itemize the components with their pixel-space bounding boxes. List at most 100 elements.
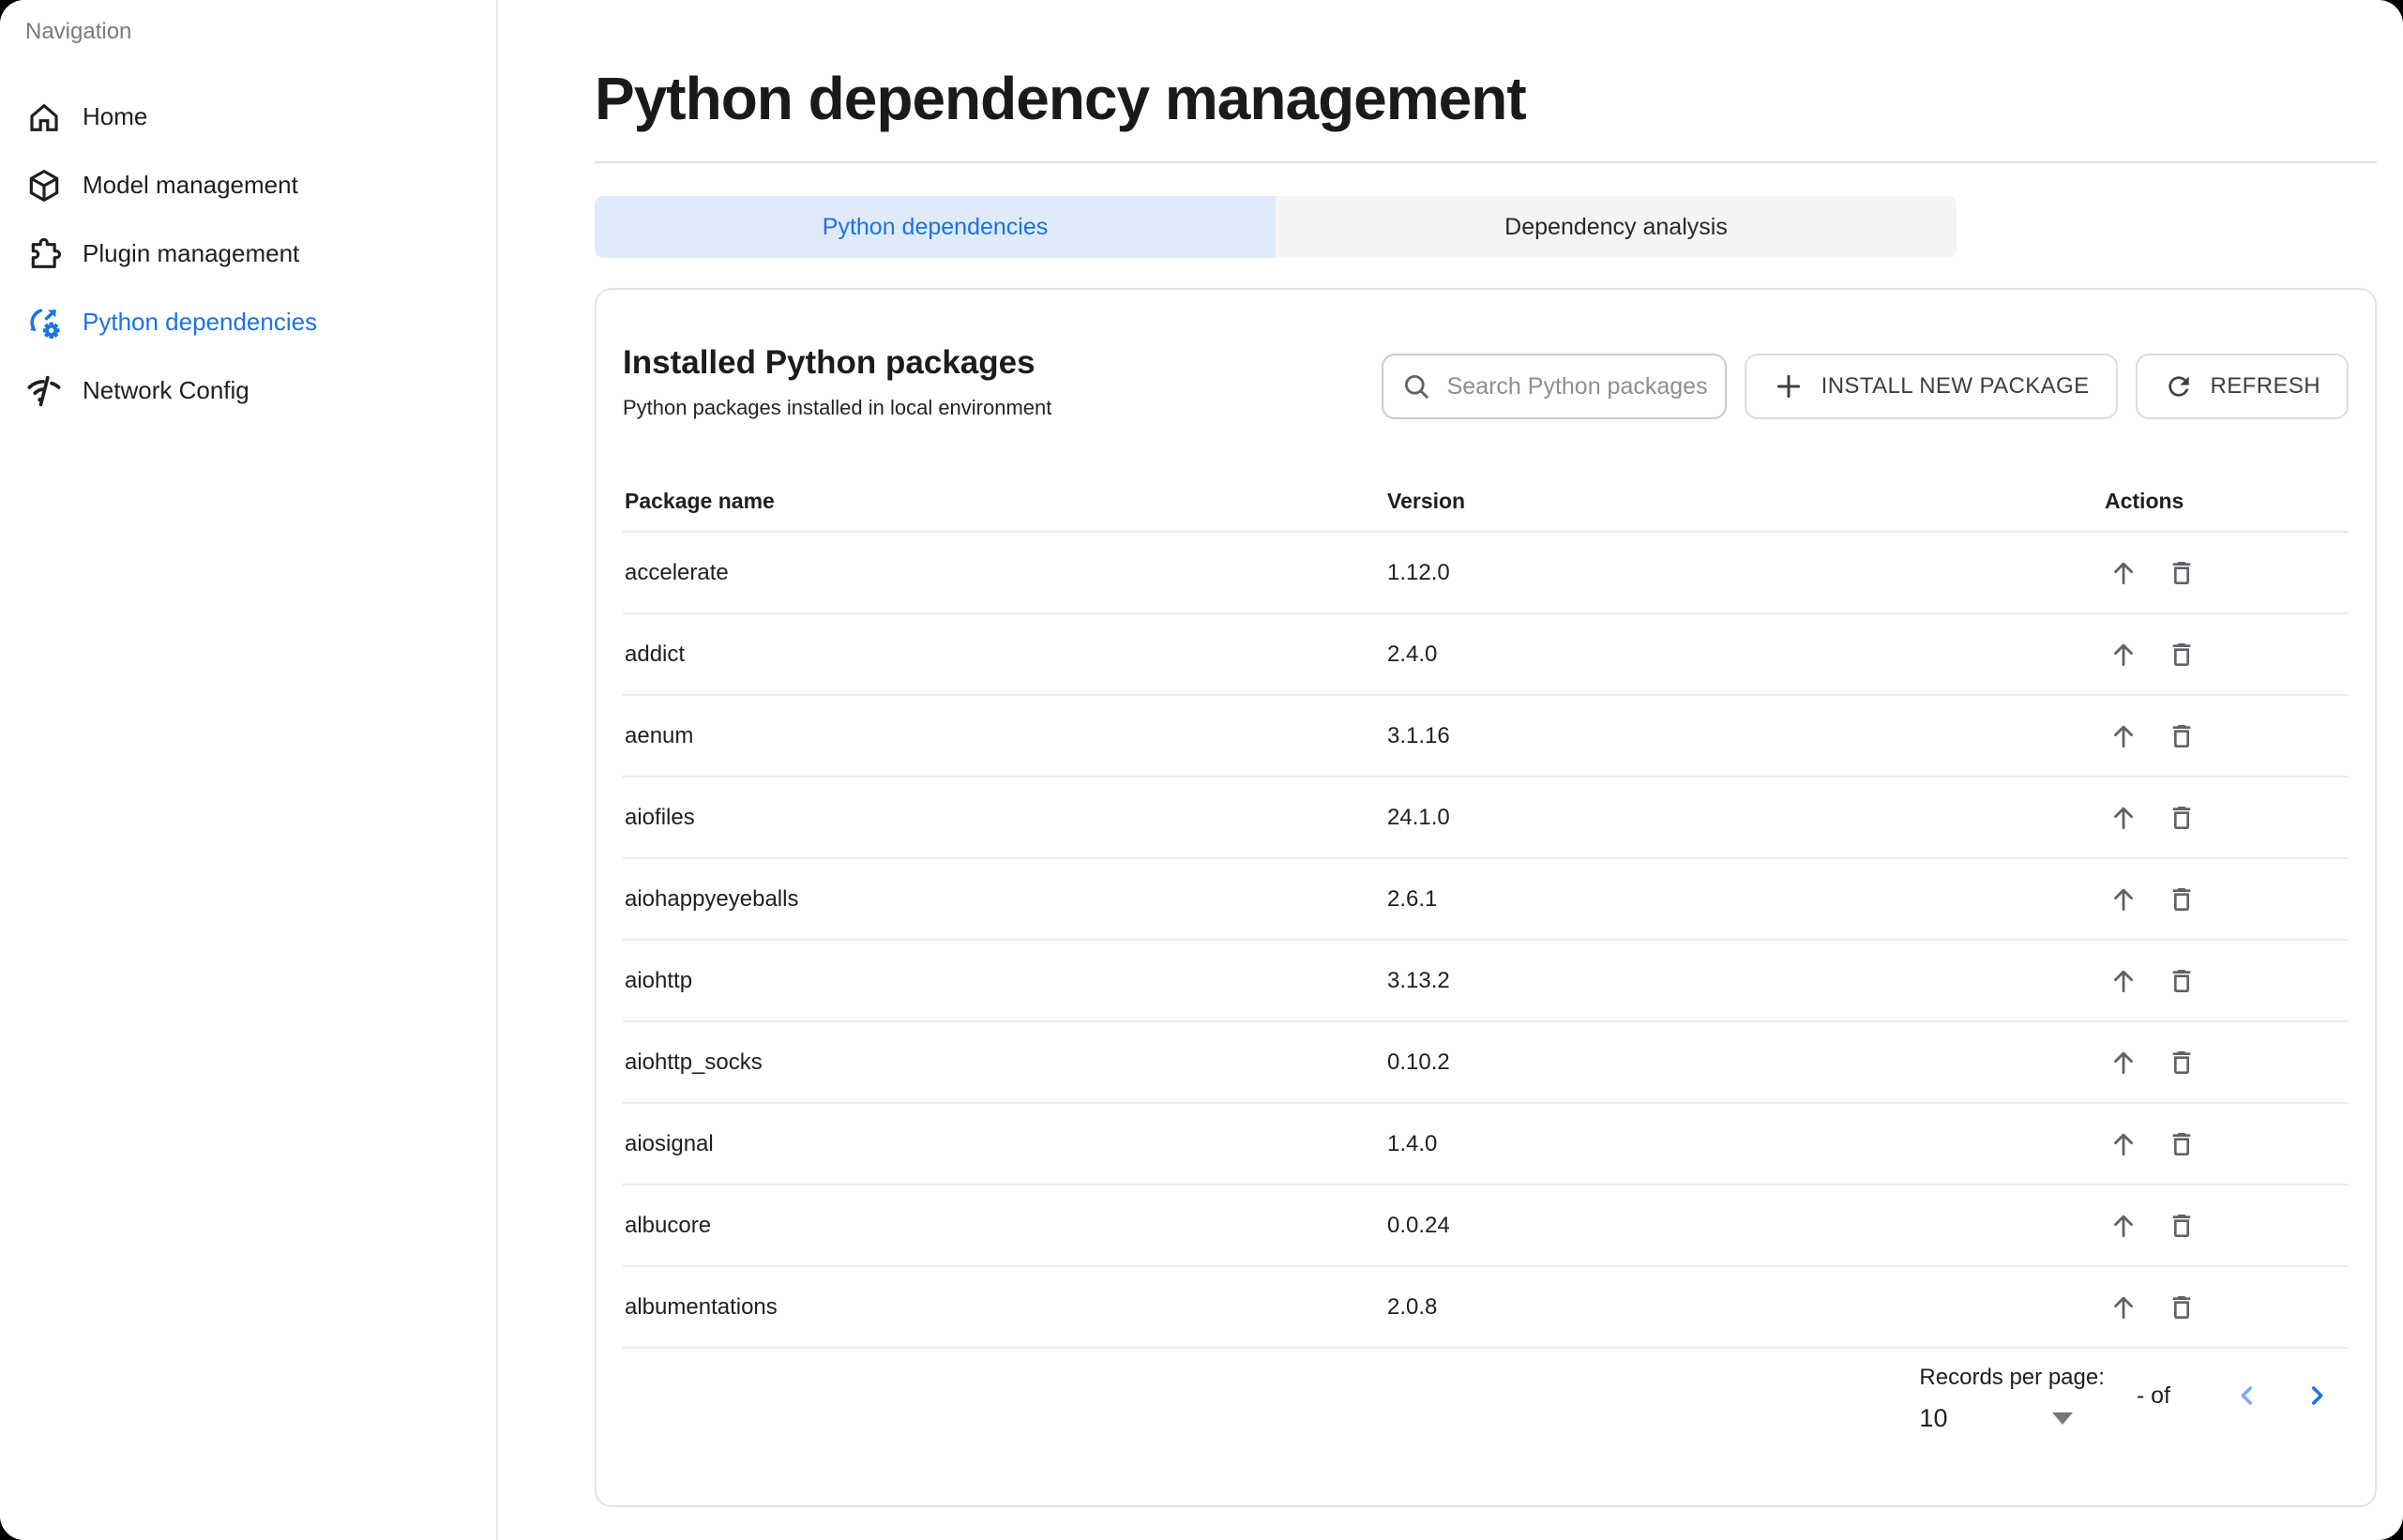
delete-package-button[interactable] <box>2163 636 2200 673</box>
records-per-page-select[interactable]: 10 <box>1919 1404 2073 1433</box>
card-header: Installed Python packages Python package… <box>623 290 2349 420</box>
upgrade-package-button[interactable] <box>2105 1125 2142 1163</box>
sidebar-item-label: Home <box>83 102 147 131</box>
card-title: Installed Python packages <box>623 344 1051 382</box>
row-actions <box>2105 636 2349 673</box>
card-subtitle: Python packages installed in local envir… <box>623 396 1051 420</box>
package-version-cell: 3.1.16 <box>1387 723 2105 749</box>
delete-package-button[interactable] <box>2163 554 2200 592</box>
installed-packages-card: Installed Python packages Python package… <box>595 288 2377 1507</box>
package-name-cell: albucore <box>623 1213 1387 1239</box>
sidebar-title: Navigation <box>0 19 496 45</box>
upgrade-package-button[interactable] <box>2105 1044 2142 1081</box>
sidebar-item-label: Python dependencies <box>83 308 317 337</box>
package-version-cell: 1.12.0 <box>1387 560 2105 586</box>
delete-package-button[interactable] <box>2163 1289 2200 1326</box>
delete-package-button[interactable] <box>2163 881 2200 918</box>
package-version-cell: 3.13.2 <box>1387 968 2105 994</box>
page-title: Python dependency management <box>595 64 2377 133</box>
sidebar: Navigation Home Model ma <box>0 0 498 1540</box>
package-version-cell: 0.0.24 <box>1387 1213 2105 1239</box>
refresh-button[interactable]: REFRESH <box>2136 354 2349 419</box>
package-name-cell: aiofiles <box>623 805 1387 831</box>
package-version-cell: 2.4.0 <box>1387 642 2105 668</box>
search-input[interactable] <box>1445 372 1712 401</box>
package-name-cell: aiohappyeyeballs <box>623 886 1387 913</box>
page-range-label: - of <box>2137 1382 2170 1410</box>
records-per-page-label: Records per page: <box>1919 1365 2104 1391</box>
app-window: Navigation Home Model ma <box>0 0 2403 1540</box>
delete-package-button[interactable] <box>2163 717 2200 755</box>
sidebar-item-label: Network Config <box>83 376 249 405</box>
card-controls: INSTALL NEW PACKAGE REFRESH <box>1382 354 2349 419</box>
sidebar-item-plugin-management[interactable]: Plugin management <box>0 219 496 288</box>
upgrade-package-button[interactable] <box>2105 1207 2142 1245</box>
refresh-icon <box>2164 371 2194 401</box>
puzzle-icon <box>24 234 64 274</box>
table-row: albucore 0.0.24 <box>623 1185 2349 1267</box>
table-row: aiofiles 24.1.0 <box>623 778 2349 859</box>
column-header-package-name: Package name <box>623 489 1387 514</box>
row-actions <box>2105 1289 2349 1326</box>
home-icon <box>24 98 64 137</box>
search-box <box>1382 354 1727 419</box>
upgrade-package-button[interactable] <box>2105 799 2142 837</box>
package-version-cell: 1.4.0 <box>1387 1131 2105 1157</box>
row-actions <box>2105 1207 2349 1245</box>
sidebar-item-home[interactable]: Home <box>0 83 496 151</box>
package-version-cell: 2.0.8 <box>1387 1294 2105 1321</box>
install-new-package-button[interactable]: INSTALL NEW PACKAGE <box>1745 354 2118 419</box>
package-version-cell: 0.10.2 <box>1387 1049 2105 1076</box>
title-divider <box>595 161 2377 163</box>
delete-package-button[interactable] <box>2163 1125 2200 1163</box>
package-name-cell: aiohttp <box>623 968 1387 994</box>
delete-package-button[interactable] <box>2163 962 2200 1000</box>
table-row: aenum 3.1.16 <box>623 696 2349 778</box>
package-name-cell: albumentations <box>623 1294 1387 1321</box>
upgrade-package-button[interactable] <box>2105 881 2142 918</box>
tab-dependency-analysis[interactable]: Dependency analysis <box>1276 196 1957 258</box>
row-actions <box>2105 1125 2349 1163</box>
row-actions <box>2105 554 2349 592</box>
chevron-down-icon <box>2052 1412 2073 1425</box>
delete-package-button[interactable] <box>2163 1044 2200 1081</box>
table-row: aiohttp_socks 0.10.2 <box>623 1022 2349 1104</box>
tab-python-dependencies[interactable]: Python dependencies <box>595 196 1276 258</box>
package-name-cell: addict <box>623 642 1387 668</box>
sync-gear-icon <box>24 303 64 342</box>
sidebar-item-label: Plugin management <box>83 239 299 268</box>
table-footer: Records per page: 10 - of <box>623 1349 2349 1448</box>
package-name-cell: aiohttp_socks <box>623 1049 1387 1076</box>
records-per-page: Records per page: 10 <box>1919 1365 2104 1433</box>
sidebar-item-network-config[interactable]: Network Config <box>0 356 496 425</box>
plus-icon <box>1773 370 1805 402</box>
delete-package-button[interactable] <box>2163 1207 2200 1245</box>
package-table-body: accelerate 1.12.0 addict 2.4.0 <box>623 533 2349 1349</box>
row-actions <box>2105 881 2349 918</box>
network-icon <box>24 371 64 411</box>
sidebar-item-python-dependencies[interactable]: Python dependencies <box>0 288 496 356</box>
row-actions <box>2105 962 2349 1000</box>
table-row: addict 2.4.0 <box>623 614 2349 696</box>
delete-package-button[interactable] <box>2163 799 2200 837</box>
card-header-text: Installed Python packages Python package… <box>623 344 1051 420</box>
upgrade-package-button[interactable] <box>2105 636 2142 673</box>
sidebar-item-model-management[interactable]: Model management <box>0 151 496 219</box>
upgrade-package-button[interactable] <box>2105 1289 2142 1326</box>
row-actions <box>2105 1044 2349 1081</box>
sidebar-item-label: Model management <box>83 171 298 200</box>
upgrade-package-button[interactable] <box>2105 554 2142 592</box>
package-version-cell: 24.1.0 <box>1387 805 2105 831</box>
records-per-page-value: 10 <box>1919 1404 1947 1433</box>
table-row: albumentations 2.0.8 <box>623 1267 2349 1349</box>
upgrade-package-button[interactable] <box>2105 962 2142 1000</box>
upgrade-package-button[interactable] <box>2105 717 2142 755</box>
main-content: Python dependency management Python depe… <box>500 0 2403 1540</box>
column-header-version: Version <box>1387 489 2105 514</box>
table-row: aiohappyeyeballs 2.6.1 <box>623 859 2349 941</box>
row-actions <box>2105 717 2349 755</box>
column-header-actions: Actions <box>2105 489 2349 514</box>
search-icon <box>1400 370 1432 402</box>
next-page-button[interactable] <box>2302 1381 2332 1411</box>
previous-page-button[interactable] <box>2232 1381 2262 1411</box>
